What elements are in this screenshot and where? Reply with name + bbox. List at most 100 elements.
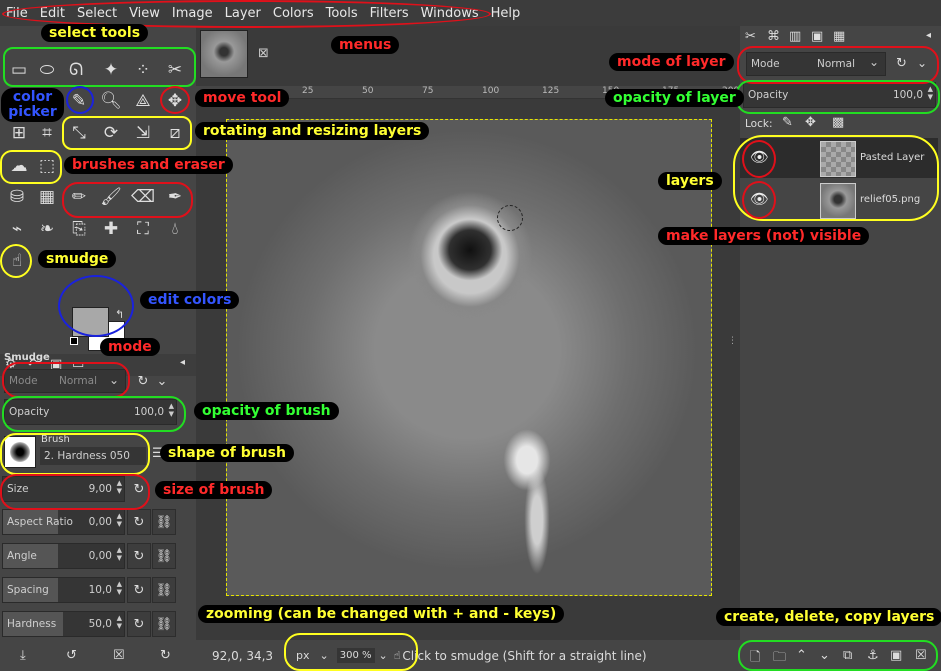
move-tool-callout: move tool [195, 89, 290, 107]
visibility-ring [742, 140, 776, 178]
lock-alpha-icon[interactable]: ▩ [832, 115, 844, 130]
menus-callout: menus [331, 36, 400, 54]
aspect-ratio-slider[interactable]: Aspect Ratio 0,00 ▲ ▼ [2, 509, 125, 535]
make-visible-callout: make layers (not) visible [658, 227, 870, 245]
shape-brush-ring [0, 433, 150, 475]
lock-position-icon[interactable]: ✥ [805, 115, 816, 130]
ruler-tick: 100 [482, 86, 500, 96]
layer-mode-callout: mode of layer [609, 53, 734, 71]
zoom-ring [284, 633, 418, 671]
transform-ring [0, 150, 62, 184]
create-delete-callout: create, delete, copy layers [716, 608, 941, 626]
patterns-tab-icon[interactable]: ⌘ [767, 29, 780, 44]
image-tab-thumbnail[interactable] [200, 30, 248, 78]
brushes-eraser-ring [62, 182, 193, 218]
brushes-tab-icon[interactable]: ✂ [745, 29, 756, 44]
hardness-slider[interactable]: Hardness 50,0 ▲ ▼ [2, 611, 125, 637]
channels-tab-icon[interactable]: ▣ [811, 29, 823, 44]
angle-slider[interactable]: Angle 0,00 ▲ ▼ [2, 543, 125, 569]
size-brush-callout: size of brush [155, 481, 273, 499]
aspect-reset-icon[interactable]: ↻ [127, 509, 151, 535]
brush-cursor [497, 205, 523, 231]
hardness-label: Hardness [7, 618, 57, 630]
lock-label: Lock: [745, 118, 773, 130]
blur-icon[interactable]: 💧︎ [162, 216, 188, 242]
edit-colors-ring [58, 275, 134, 337]
layer-opacity-ring [736, 80, 940, 114]
save-options-icon[interactable]: ⤓ [20, 648, 26, 663]
spacing-label: Spacing [7, 584, 49, 596]
layer-mode-ring [737, 46, 939, 84]
bucket-fill-icon[interactable]: ⛁ [4, 184, 30, 210]
tab-menu-icon[interactable]: ◂ [926, 30, 931, 41]
statusbar: 92,0, 34,3 px ⌄ 300 % ⌄ ☝ Click to smudg… [196, 640, 740, 671]
delete-options-icon[interactable]: ☒ [113, 648, 125, 663]
rotate-resize-callout: rotating and resizing layers [195, 122, 430, 140]
shape-brush-callout: shape of brush [160, 444, 294, 462]
spin-arrows-icon[interactable]: ▲ ▼ [117, 546, 122, 562]
angle-label: Angle [7, 550, 37, 562]
zoom-icon[interactable]: 🔍︎ [98, 88, 124, 114]
canvas-area: ⊠ 25 50 75 100 125 150 175 200 ⋮ [196, 26, 740, 646]
clone-icon[interactable]: ⎘ [66, 216, 92, 242]
reset-options-icon[interactable]: ↻ [160, 648, 171, 663]
zooming-callout: zooming (can be changed with + and - key… [198, 605, 565, 623]
select-tools-callout: select tools [41, 24, 149, 42]
dodge-burn-icon[interactable]: ⛶ [130, 216, 156, 242]
ruler-tick: 25 [302, 86, 314, 96]
spacing-link-icon[interactable]: ⛓ [152, 577, 176, 603]
layers-callout: layers [658, 172, 722, 190]
ruler-tick: 75 [422, 86, 434, 96]
dock-handle-icon[interactable]: ⋮ [728, 336, 737, 346]
spacing-value: 10,0 [88, 584, 112, 596]
spin-arrows-icon[interactable]: ▲ ▼ [117, 512, 122, 528]
hardness-value: 50,0 [88, 618, 112, 630]
layer-buttons-ring [738, 640, 938, 671]
size-brush-ring [0, 474, 150, 510]
move-tool-ring [160, 86, 190, 114]
hardness-link-icon[interactable]: ⛓ [152, 611, 176, 637]
brushes-eraser-callout: brushes and eraser [64, 156, 233, 174]
pointer-coords: 92,0, 34,3 [212, 648, 274, 663]
chevron-down-icon[interactable]: ⌄ [151, 369, 173, 393]
angle-value: 0,00 [88, 550, 112, 562]
heal-icon[interactable]: ✚ [98, 216, 124, 242]
angle-reset-icon[interactable]: ↻ [127, 543, 151, 569]
measure-icon[interactable]: ⟁ [130, 88, 156, 114]
fonts-tab-icon[interactable]: ▥ [789, 29, 801, 44]
crop-icon[interactable]: ⌗ [34, 120, 60, 146]
smudge-callout: smudge [38, 250, 117, 268]
gradient-icon[interactable]: ▦ [34, 184, 60, 210]
spin-arrows-icon[interactable]: ▲ ▼ [117, 614, 122, 630]
spin-arrows-icon[interactable]: ▲ ▼ [117, 580, 122, 596]
close-icon[interactable]: ⊠ [258, 46, 269, 61]
right-dock: ✂ ⌘ ▥ ▣ ▦ ◂ Mode Normal ⌄ ↻ ⌄ Opacity 10… [740, 26, 941, 671]
visibility-ring [742, 181, 776, 219]
rotate-resize-ring [62, 116, 192, 150]
mypaint-brush-icon[interactable]: ❧ [34, 216, 60, 242]
default-colors-icon[interactable] [70, 337, 78, 345]
select-tools-ring [3, 47, 196, 87]
aspect-ratio-label: Aspect Ratio [7, 516, 73, 528]
hardness-reset-icon[interactable]: ↻ [127, 611, 151, 637]
mode-callout: mode [100, 338, 160, 356]
spacing-slider[interactable]: Spacing 10,0 ▲ ▼ [2, 577, 125, 603]
align-icon[interactable]: ⊞ [6, 120, 32, 146]
opacity-brush-ring [2, 396, 186, 432]
lock-pixels-icon[interactable]: ✎ [782, 115, 793, 130]
status-message: Click to smudge (Shift for a straight li… [402, 648, 647, 663]
image-canvas[interactable] [226, 119, 712, 596]
color-picker-callout: color picker [1, 88, 64, 122]
angle-link-icon[interactable]: ⛓ [152, 543, 176, 569]
layers-tab-icon[interactable]: ▦ [833, 29, 845, 44]
spacing-reset-icon[interactable]: ↻ [127, 577, 151, 603]
aspect-link-icon[interactable]: ⛓ [152, 509, 176, 535]
opacity-brush-callout: opacity of brush [194, 402, 339, 420]
ink-icon[interactable]: ⌁ [4, 216, 30, 242]
tab-menu-icon[interactable]: ◂ [180, 357, 185, 368]
edit-colors-callout: edit colors [140, 291, 240, 309]
smudge-ring [0, 244, 32, 278]
restore-options-icon[interactable]: ↺ [66, 648, 77, 663]
mode-ring [2, 362, 130, 398]
color-picker-ring [66, 86, 94, 114]
